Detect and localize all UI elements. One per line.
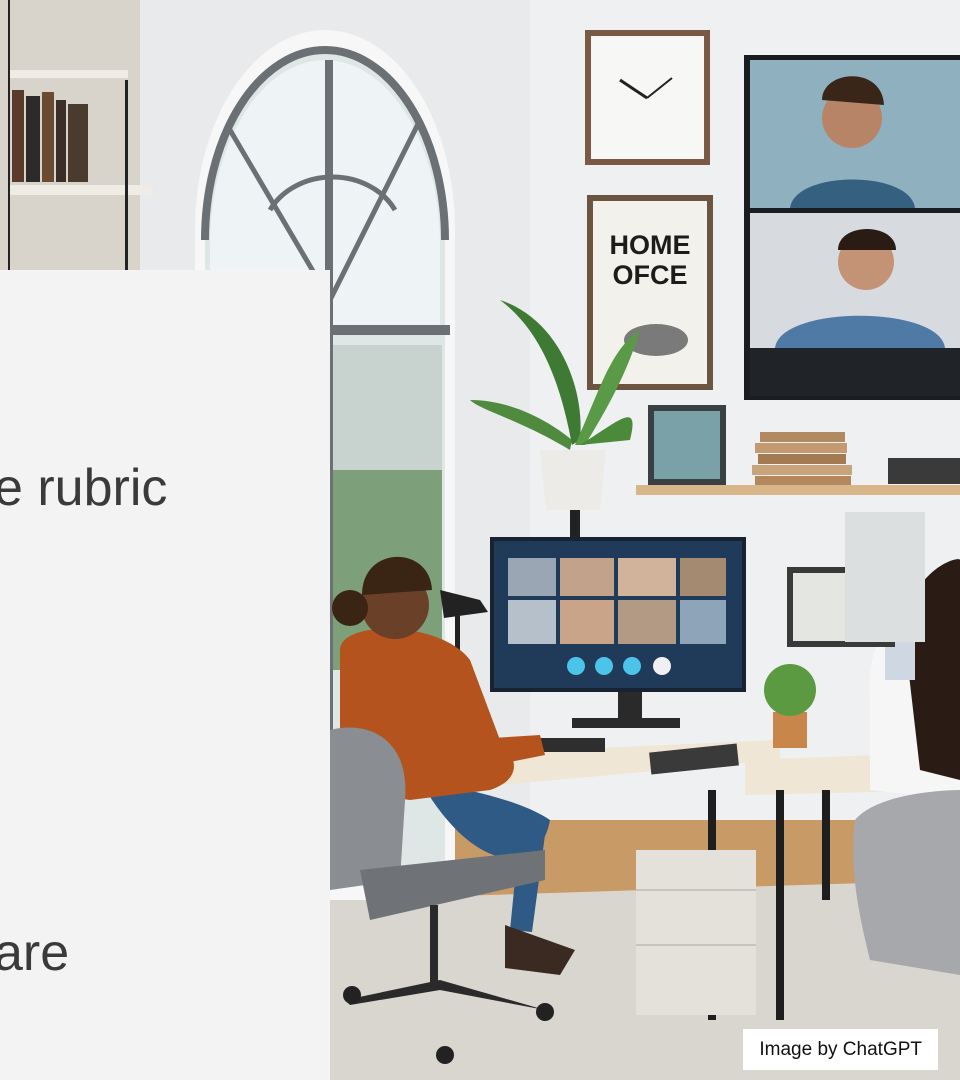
slide-panel: e rubric are — [0, 270, 330, 1080]
wall-video-monitor — [744, 55, 960, 400]
slide-text-line-2: are — [0, 924, 70, 982]
stacked-books — [752, 432, 852, 485]
bookshelf — [0, 0, 153, 270]
wall-shelf — [636, 485, 960, 495]
slide-text-line-1: e rubric — [0, 459, 168, 517]
poster-text-line-2: OFCE — [612, 260, 687, 290]
wall-clock — [585, 30, 710, 165]
office-chair-right — [853, 790, 960, 975]
home-office-poster: HOME OFCE — [587, 195, 713, 390]
poster-text-line-1: HOME — [610, 230, 691, 260]
image-caption: Image by ChatGPT — [743, 1029, 938, 1070]
